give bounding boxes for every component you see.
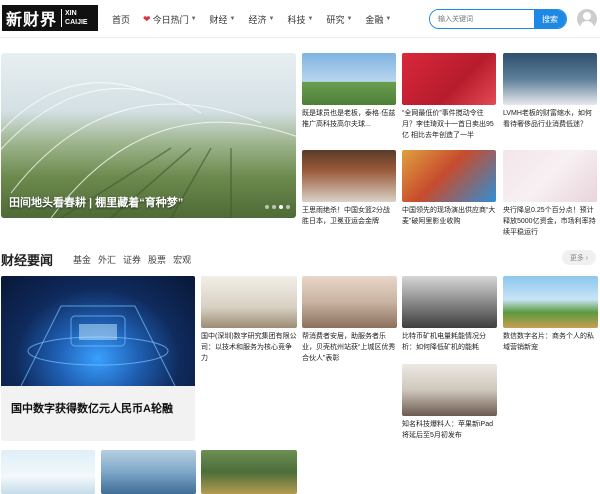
news-card[interactable]: 帮消费者安居，助服务者乐业，贝壳杭州站获“上城区优秀合伙人”表彰: [302, 276, 397, 364]
tab-stocks[interactable]: 股票: [148, 253, 166, 266]
nav-item-hot[interactable]: ❤ 今日热门 ▼: [143, 13, 197, 26]
news-card[interactable]: 王思雨绝杀！中国女篮2分战胜日本，卫冕亚运会金牌: [302, 150, 396, 227]
chevron-down-icon: ▼: [307, 16, 314, 22]
news-card[interactable]: 既是球员也是老板，泰格·伍兹推广高科技高尔夫球...: [302, 53, 396, 130]
section-tabs: 基金 外汇 证券 股票 宏观: [73, 253, 198, 266]
news-thumbnail[interactable]: [503, 276, 598, 328]
chevron-down-icon: ▼: [346, 16, 353, 22]
feature-card[interactable]: 国中数字获得数亿元人民币A轮融: [1, 276, 195, 441]
nav-item-home[interactable]: 首页: [112, 13, 130, 26]
hero-slider[interactable]: 田间地头看春耕 | 棚里藏着“育种梦”: [1, 53, 296, 218]
news-card[interactable]: LVMH老板的财富缩水，如何看待奢侈品行业消费低迷？: [503, 53, 597, 130]
news-card[interactable]: [101, 450, 196, 494]
chevron-down-icon: ▼: [268, 16, 275, 22]
news-thumbnail[interactable]: [201, 450, 297, 494]
news-card[interactable]: 央行降息0.25个百分点！预计释放5000亿资金，市场利率持续平稳运行: [503, 150, 597, 238]
chevron-down-icon: ▼: [229, 16, 236, 22]
slider-dots: [265, 205, 290, 209]
news-thumbnail[interactable]: [503, 150, 597, 202]
news-thumbnail[interactable]: [201, 276, 297, 328]
news-card[interactable]: 数信数字名片：商务个人的私域营销新宠: [503, 276, 598, 353]
news-thumbnail[interactable]: [101, 450, 196, 494]
news-thumbnail[interactable]: [1, 450, 95, 494]
news-title[interactable]: 央行降息0.25个百分点！预计释放5000亿资金，市场利率持续平稳运行: [503, 205, 597, 238]
search-input[interactable]: [430, 10, 534, 28]
logo-text-cn: 新财界: [6, 10, 58, 29]
site-header: 新财界 XIN CAIJIE 首页 ❤ 今日热门 ▼ 财经 ▼ 经济 ▼ 科技 ▼ 研究 ▼…: [0, 0, 600, 38]
digital-room-illustration: [20, 305, 176, 387]
news-thumbnail[interactable]: [402, 276, 497, 328]
nav-item-tech[interactable]: 科技 ▼: [287, 13, 313, 26]
feature-thumbnail[interactable]: [1, 276, 195, 387]
search-box: 搜索: [429, 9, 567, 29]
slider-dot-active[interactable]: [279, 205, 283, 209]
news-thumbnail[interactable]: [402, 53, 496, 105]
news-card[interactable]: [201, 450, 297, 494]
slider-dot[interactable]: [286, 205, 290, 209]
news-card[interactable]: “全网最低价”事件搅动令往月？李佳琦双十一首日卖出95亿 相比去年创造了一半: [402, 53, 496, 141]
tab-fund[interactable]: 基金: [73, 253, 91, 266]
more-button[interactable]: 更多 ›: [562, 250, 596, 265]
news-card[interactable]: 国中(深圳)数字研究集团有限公司：以技术和服务为核心竞争力: [201, 276, 297, 364]
nav-item-finance[interactable]: 财经 ▼: [210, 13, 236, 26]
heart-icon: ❤: [143, 13, 151, 24]
news-thumbnail[interactable]: [302, 276, 397, 328]
user-avatar[interactable]: [577, 9, 597, 29]
news-title[interactable]: 既是球员也是老板，泰格·伍兹推广高科技高尔夫球...: [302, 108, 396, 130]
news-title[interactable]: 数信数字名片：商务个人的私域营销新宠: [503, 331, 598, 353]
tab-securities[interactable]: 证券: [123, 253, 141, 266]
nav-item-economy[interactable]: 经济 ▼: [249, 13, 275, 26]
search-button[interactable]: 搜索: [534, 10, 566, 28]
tab-forex[interactable]: 外汇: [98, 253, 116, 266]
news-title[interactable]: 国中(深圳)数字研究集团有限公司：以技术和服务为核心竞争力: [201, 331, 297, 364]
chevron-down-icon: ▼: [385, 16, 392, 22]
news-card[interactable]: 中国领先的现场演出供应商“大麦”破阿里影业收购: [402, 150, 496, 227]
chevron-down-icon: ▼: [190, 16, 197, 22]
hero-caption[interactable]: 田间地头看春耕 | 棚里藏着“育种梦”: [9, 194, 183, 210]
logo-text-en: XIN CAIJIE: [61, 9, 88, 27]
news-title[interactable]: 中国领先的现场演出供应商“大麦”破阿里影业收购: [402, 205, 496, 227]
news-card[interactable]: 比特币矿机电量耗能情况分析：如何降低矿机的能耗: [402, 276, 497, 353]
news-title[interactable]: “全网最低价”事件搅动令往月？李佳琦双十一首日卖出95亿 相比去年创造了一半: [402, 108, 496, 141]
slider-dot[interactable]: [265, 205, 269, 209]
nav-item-research[interactable]: 研究 ▼: [326, 13, 352, 26]
news-title[interactable]: 知名科技爆料人：苹果新iPad将延后至5月初发布: [402, 419, 497, 441]
site-logo[interactable]: 新财界 XIN CAIJIE: [2, 5, 98, 31]
news-thumbnail[interactable]: [503, 53, 597, 105]
feature-title[interactable]: 国中数字获得数亿元人民币A轮融: [11, 400, 173, 416]
news-thumbnail[interactable]: [402, 364, 497, 416]
section-title: 财经要闻: [1, 253, 54, 268]
news-title[interactable]: 帮消费者安居，助服务者乐业，贝壳杭州站获“上城区优秀合伙人”表彰: [302, 331, 397, 364]
news-title[interactable]: LVMH老板的财富缩水，如何看待奢侈品行业消费低迷？: [503, 108, 597, 130]
slider-dot[interactable]: [272, 205, 276, 209]
main-nav: 首页 ❤ 今日热门 ▼ 财经 ▼ 经济 ▼ 科技 ▼ 研究 ▼ 金融 ▼: [112, 0, 404, 38]
news-thumbnail[interactable]: [402, 150, 496, 202]
nav-item-banking[interactable]: 金融 ▼: [365, 13, 391, 26]
news-thumbnail[interactable]: [302, 53, 396, 105]
news-title[interactable]: 王思雨绝杀！中国女篮2分战胜日本，卫冕亚运会金牌: [302, 205, 396, 227]
finance-news-header: 财经要闻 基金 外汇 证券 股票 宏观 更多 ›: [1, 250, 598, 268]
news-thumbnail[interactable]: [302, 150, 396, 202]
news-card[interactable]: 知名科技爆料人：苹果新iPad将延后至5月初发布: [402, 364, 497, 441]
news-card[interactable]: [1, 450, 95, 494]
tab-macro[interactable]: 宏观: [173, 253, 191, 266]
news-title[interactable]: 比特币矿机电量耗能情况分析：如何降低矿机的能耗: [402, 331, 497, 353]
